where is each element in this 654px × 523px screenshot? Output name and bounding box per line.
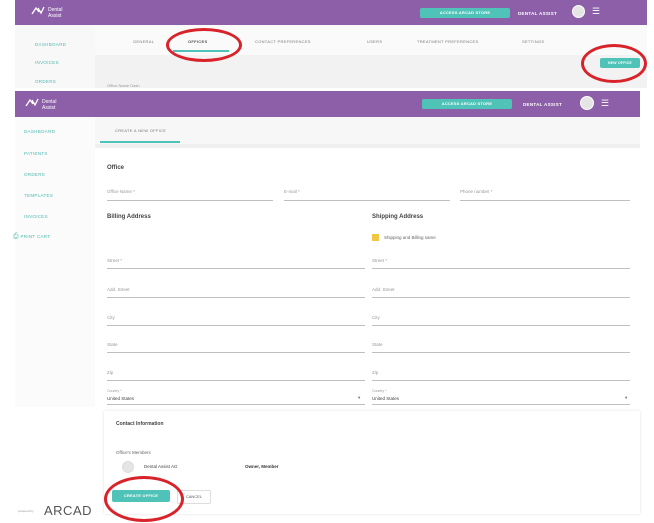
shipping-zip-underline [372,380,630,381]
access-store-button[interactable]: ACCESS ARCAD STORE [420,8,510,18]
screen2-sidebar: DASHBOARD PATIENTS ORDERS TEMPLATES INVO… [13,117,95,407]
phone-underline [460,200,630,201]
shipping-state-field[interactable]: State [372,342,383,347]
breadcrumb: Office Name Dash [107,83,140,88]
sidebar-item-orders[interactable]: ORDERS [35,79,56,84]
tab-settings[interactable]: SETTINGS [522,39,544,44]
sidebar-item-dashboard[interactable]: DASHBOARD [24,129,55,134]
billing-street-underline [107,268,365,269]
office-name-field[interactable]: Office Name * [107,189,135,194]
sidebar-item-dashboard[interactable]: DASHBOARD [35,42,66,47]
billing-city-field[interactable]: City [107,315,115,320]
shipping-add-street-field[interactable]: Add. Street [372,287,395,292]
office-title: Office [107,165,125,171]
contact-card: Contact Information Office's Members Den… [104,411,640,514]
tab-general[interactable]: GENERAL [133,39,154,44]
brand-name: Dental Assist [48,7,63,19]
access-store-button[interactable]: ACCESS ARCAD STORE [422,99,512,109]
email-underline [284,200,450,201]
member-role: Owner, Member [245,464,279,469]
sidebar-item-patients[interactable]: PATIENTS [24,151,48,156]
avatar[interactable] [580,96,594,110]
office-name-underline [107,200,273,201]
screen2-main: CREATE A NEW OFFICE Office Office Name *… [95,117,640,407]
sidebar-item-orders[interactable]: ORDERS [24,172,45,177]
shipping-country-chevron-down-icon[interactable]: ▾ [625,395,627,401]
highlight-new-office-button [581,44,647,83]
user-name[interactable]: DENTAL ASSIST [523,102,562,107]
billing-country-chevron-down-icon[interactable]: ▾ [358,395,360,401]
brand-logo-icon [25,98,39,107]
screen1-header: Dental Assist ACCESS ARCAD STORE DENTAL A… [15,0,647,25]
phone-field[interactable]: Phone number * [460,189,493,194]
billing-street-field[interactable]: Street * [107,258,122,263]
screen2-header: Dental Assist ACCESS ARCAD STORE DENTAL A… [15,91,640,117]
billing-zip-underline [107,380,365,381]
footer-powered-by: powered by [18,509,34,513]
highlight-offices-tab [166,28,242,62]
billing-country-select[interactable]: United States [107,396,134,401]
members-label: Office's Members [116,450,151,455]
billing-country-label: Country * [107,389,122,393]
shipping-title: Shipping Address [372,214,424,220]
avatar[interactable] [572,5,585,18]
office-form-card: Office Office Name * E-mail * Phone numb… [95,148,640,407]
billing-country-underline [107,404,365,405]
shipping-street-underline [372,268,630,269]
tab-treatment-preferences[interactable]: TREATMENT PREFERENCES [417,39,479,44]
screen1-sidebar: DASHBOARD INVOICES ORDERS [15,25,95,88]
brand-logo-icon [31,6,45,15]
sidebar-item-print-cart[interactable]: ⎙ PRINT CART [13,233,50,241]
billing-state-field[interactable]: State [107,342,118,347]
billing-zip-field[interactable]: Zip [107,370,113,375]
shipping-street-field[interactable]: Street * [372,258,387,263]
user-name[interactable]: DENTAL ASSIST [518,11,557,16]
sidebar-item-templates[interactable]: TEMPLATES [24,193,53,198]
menu-icon[interactable]: ☰ [601,99,609,108]
billing-state-underline [107,352,365,353]
email-field[interactable]: E-mail * [284,189,300,194]
contact-title: Contact Information [116,421,164,427]
highlight-create-office-button [104,476,184,522]
shipping-zip-field[interactable]: Zip [372,370,378,375]
billing-title: Billing Address [107,214,151,220]
shipping-country-label: Country * [372,389,387,393]
form-tab-bar [95,117,640,144]
billing-add-street-field[interactable]: Add. Street [107,287,130,292]
sidebar-item-invoices[interactable]: INVOICES [35,60,59,65]
shipping-add-street-underline [372,297,630,298]
shipping-state-underline [372,352,630,353]
member-avatar [122,461,134,473]
tab-contact-preferences[interactable]: CONTACT PREFERENCES [255,39,311,44]
print-cart-icon: ⎙ [13,233,19,240]
shipping-country-underline [372,404,630,405]
tab-users[interactable]: USERS [367,39,382,44]
member-name: Dental Assist AG [144,464,178,469]
shipping-country-select[interactable]: United States [372,396,399,401]
same-address-label: Shipping and Billing same [384,235,436,240]
tab-indicator [100,141,180,143]
shipping-city-field[interactable]: City [372,315,380,320]
brand-name: Dental Assist [42,99,57,111]
tab-create-new-office[interactable]: CREATE A NEW OFFICE [115,128,166,133]
footer-arcad-logo: ARCAD [44,503,93,518]
sidebar-item-invoices[interactable]: INVOICES [24,214,48,219]
shipping-city-underline [372,325,630,326]
same-address-checkbox[interactable] [372,234,379,241]
billing-city-underline [107,325,365,326]
menu-icon[interactable]: ☰ [592,7,600,16]
billing-add-street-underline [107,297,365,298]
